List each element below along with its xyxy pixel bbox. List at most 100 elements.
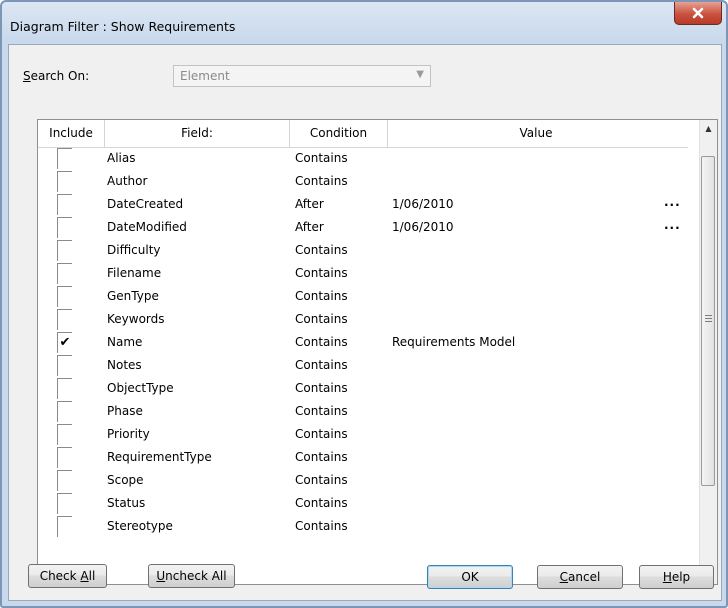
include-checkbox[interactable]: [57, 240, 72, 261]
include-checkbox[interactable]: [57, 470, 72, 491]
search-on-label-mnemonic: S: [23, 69, 31, 83]
condition-cell[interactable]: Contains: [295, 519, 348, 533]
close-button[interactable]: [674, 2, 722, 25]
filter-grid: Include Field: Condition Value Alias Cont…: [37, 119, 718, 585]
dialog-window: Diagram Filter : Show Requirements Searc…: [0, 0, 728, 608]
include-checkbox[interactable]: [57, 217, 72, 238]
value-cell[interactable]: 1/06/2010: [392, 220, 454, 234]
ellipsis-button[interactable]: ...: [664, 195, 681, 209]
condition-cell[interactable]: Contains: [295, 335, 348, 349]
condition-cell[interactable]: After: [295, 220, 324, 234]
condition-cell[interactable]: Contains: [295, 151, 348, 165]
table-row[interactable]: Author Contains: [38, 171, 688, 194]
column-header-field[interactable]: Field:: [105, 120, 290, 147]
field-cell: Phase: [107, 404, 143, 418]
condition-cell[interactable]: After: [295, 197, 324, 211]
condition-cell[interactable]: Contains: [295, 496, 348, 510]
search-on-select[interactable]: Element ▼: [173, 65, 431, 87]
table-row[interactable]: DateModified After 1/06/2010...: [38, 217, 688, 240]
condition-cell[interactable]: Contains: [295, 427, 348, 441]
ellipsis-button[interactable]: ...: [664, 218, 681, 232]
table-row[interactable]: Alias Contains: [38, 148, 688, 171]
table-row[interactable]: RequirementType Contains: [38, 447, 688, 470]
search-on-label: Search On:: [23, 69, 89, 83]
condition-cell[interactable]: Contains: [295, 473, 348, 487]
include-checkbox[interactable]: [57, 516, 72, 537]
ok-button[interactable]: OK: [427, 565, 513, 589]
field-cell: Author: [107, 174, 148, 188]
table-row[interactable]: Scope Contains: [38, 470, 688, 493]
value-cell[interactable]: 1/06/2010: [392, 197, 454, 211]
column-header-condition[interactable]: Condition: [290, 120, 388, 147]
condition-cell[interactable]: Contains: [295, 381, 348, 395]
scroll-up-icon[interactable]: ▲: [700, 120, 717, 137]
column-header-include[interactable]: Include: [38, 120, 105, 147]
condition-cell[interactable]: Contains: [295, 243, 348, 257]
scrollbar-thumb[interactable]: [701, 156, 715, 486]
field-cell: Scope: [107, 473, 144, 487]
table-row[interactable]: Status Contains: [38, 493, 688, 516]
table-row[interactable]: Stereotype Contains: [38, 516, 688, 539]
field-cell: DateModified: [107, 220, 187, 234]
include-checkbox[interactable]: [57, 493, 72, 514]
field-cell: Name: [107, 335, 143, 349]
condition-cell[interactable]: Contains: [295, 358, 348, 372]
include-checkbox[interactable]: [57, 309, 72, 330]
table-row[interactable]: ObjectType Contains: [38, 378, 688, 401]
help-label-mnemonic: H: [662, 570, 672, 584]
condition-cell[interactable]: Contains: [295, 450, 348, 464]
field-cell: Priority: [107, 427, 150, 441]
table-row[interactable]: Keywords Contains: [38, 309, 688, 332]
uncheck-all-button[interactable]: Uncheck All: [148, 564, 235, 588]
column-header-value[interactable]: Value: [388, 120, 684, 147]
field-cell: Notes: [107, 358, 142, 372]
window-title: Diagram Filter : Show Requirements: [10, 19, 236, 34]
check-all-button[interactable]: Check All: [28, 564, 107, 588]
include-checkbox[interactable]: [57, 355, 72, 376]
vertical-scrollbar[interactable]: ▲ ▼: [699, 120, 717, 584]
include-checkbox[interactable]: [57, 401, 72, 422]
condition-cell[interactable]: Contains: [295, 266, 348, 280]
check-all-label-b: ll: [88, 569, 96, 583]
include-checkbox[interactable]: [57, 148, 72, 169]
table-row[interactable]: ✔ Name Contains Requirements Model: [38, 332, 688, 355]
table-row[interactable]: Phase Contains: [38, 401, 688, 424]
chevron-down-icon: ▼: [416, 69, 424, 80]
cancel-label: ancel: [568, 570, 601, 584]
include-checkbox[interactable]: [57, 286, 72, 307]
include-checkbox[interactable]: [57, 171, 72, 192]
table-row[interactable]: Priority Contains: [38, 424, 688, 447]
field-cell: ObjectType: [107, 381, 174, 395]
condition-cell[interactable]: Contains: [295, 312, 348, 326]
condition-cell[interactable]: Contains: [295, 404, 348, 418]
table-row[interactable]: Filename Contains: [38, 263, 688, 286]
include-checkbox[interactable]: [57, 424, 72, 445]
include-checkbox[interactable]: [57, 263, 72, 284]
include-checkbox[interactable]: [57, 194, 72, 215]
value-cell[interactable]: Requirements Model: [392, 335, 515, 349]
grip-icon: [705, 315, 712, 323]
search-on-label-text: earch On:: [30, 69, 90, 83]
check-all-label-a: Check: [39, 569, 81, 583]
table-row[interactable]: GenType Contains: [38, 286, 688, 309]
field-cell: RequirementType: [107, 450, 212, 464]
field-cell: Keywords: [107, 312, 165, 326]
close-icon: [692, 7, 704, 19]
condition-cell[interactable]: Contains: [295, 174, 348, 188]
table-row[interactable]: Notes Contains: [38, 355, 688, 378]
dialog-content: Search On: Element ▼ Include Field: Cond…: [8, 44, 722, 601]
condition-cell[interactable]: Contains: [295, 289, 348, 303]
cancel-button[interactable]: Cancel: [537, 565, 623, 589]
title-bar[interactable]: Diagram Filter : Show Requirements: [2, 2, 726, 44]
grid-header: Include Field: Condition Value: [38, 120, 688, 148]
field-cell: Difficulty: [107, 243, 161, 257]
include-checkbox[interactable]: ✔: [57, 332, 72, 353]
field-cell: Alias: [107, 151, 136, 165]
help-button[interactable]: Help: [639, 565, 714, 589]
field-cell: DateCreated: [107, 197, 184, 211]
table-row[interactable]: Difficulty Contains: [38, 240, 688, 263]
help-label: elp: [671, 570, 691, 584]
include-checkbox[interactable]: [57, 378, 72, 399]
table-row[interactable]: DateCreated After 1/06/2010...: [38, 194, 688, 217]
include-checkbox[interactable]: [57, 447, 72, 468]
